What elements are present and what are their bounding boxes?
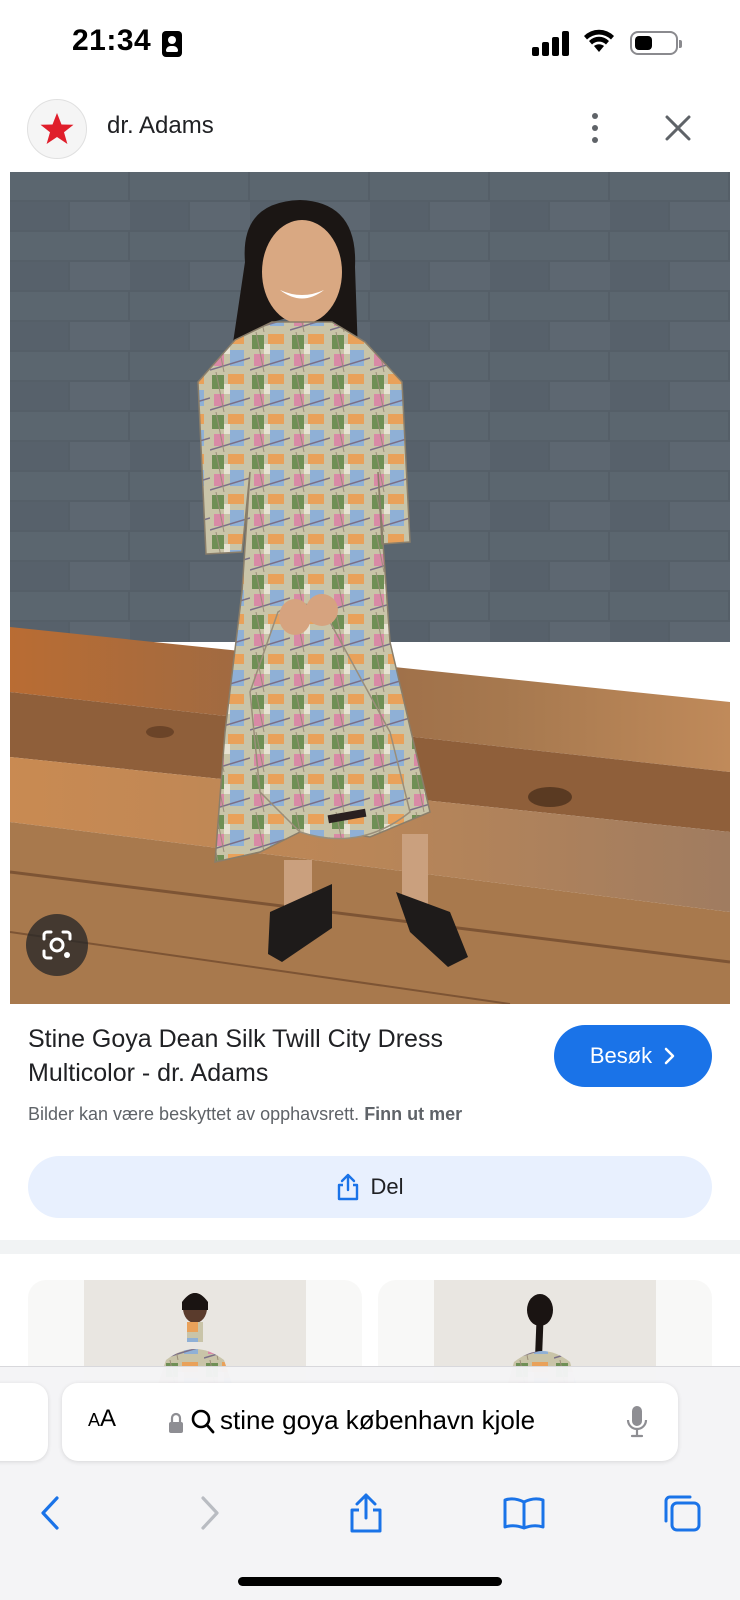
- red-star-icon: [40, 113, 74, 144]
- reader-options-button[interactable]: AAAA: [88, 1405, 116, 1433]
- product-title[interactable]: Stine Goya Dean Silk Twill City Dress Mu…: [28, 1022, 528, 1090]
- more-vert-icon[interactable]: [575, 106, 615, 150]
- browser-toolbar: [0, 1479, 740, 1549]
- learn-more-link[interactable]: Finn ut mer: [364, 1104, 462, 1124]
- home-indicator: [238, 1577, 502, 1586]
- cellular-signal-icon: [532, 30, 572, 56]
- lens-search-button[interactable]: [26, 914, 88, 976]
- site-header: dr. Adams: [0, 92, 740, 172]
- product-photo: [10, 172, 730, 1004]
- battery-icon: [630, 31, 682, 55]
- section-divider: [0, 1240, 740, 1254]
- browser-bottom-bar: AAAA stine goya københavn kjole: [0, 1366, 740, 1600]
- copyright-notice: Bilder kan være beskyttet av opphavsrett…: [28, 1104, 462, 1125]
- lens-search-icon: [42, 930, 72, 960]
- browser-share-button[interactable]: [336, 1485, 396, 1541]
- back-icon: [41, 1496, 59, 1530]
- wifi-icon: [584, 29, 614, 52]
- visit-button[interactable]: Besøk: [554, 1025, 712, 1087]
- previous-tab-preview[interactable]: [0, 1383, 48, 1461]
- forward-button[interactable]: [180, 1485, 240, 1541]
- related-results: [0, 1254, 740, 1390]
- share-icon: [338, 1173, 359, 1201]
- mic-icon[interactable]: [626, 1405, 648, 1439]
- back-button[interactable]: [20, 1485, 80, 1541]
- site-logo[interactable]: [27, 99, 87, 159]
- lock-icon: [169, 1412, 183, 1433]
- search-icon: [191, 1409, 215, 1434]
- bookmarks-button[interactable]: [494, 1485, 554, 1541]
- share-icon: [350, 1493, 382, 1533]
- close-icon[interactable]: [656, 106, 700, 150]
- tabs-button[interactable]: [652, 1485, 712, 1541]
- product-image[interactable]: [10, 172, 730, 1004]
- id-badge-icon: [162, 31, 182, 57]
- tabs-icon: [664, 1495, 701, 1532]
- url-text[interactable]: stine goya københavn kjole: [220, 1405, 535, 1436]
- status-time: 21:34: [72, 24, 152, 57]
- chevron-right-icon: [664, 1047, 675, 1065]
- share-button[interactable]: Del: [28, 1156, 712, 1218]
- address-bar[interactable]: AAAA stine goya københavn kjole: [62, 1383, 678, 1461]
- bookmarks-icon: [503, 1497, 545, 1530]
- forward-icon: [201, 1496, 219, 1530]
- status-bar: 21:34: [0, 0, 740, 90]
- share-button-label: Del: [370, 1174, 404, 1199]
- visit-button-label: Besøk: [589, 1043, 653, 1068]
- copyright-text: Bilder kan være beskyttet av opphavsrett…: [28, 1104, 360, 1124]
- site-name: dr. Adams: [107, 112, 214, 139]
